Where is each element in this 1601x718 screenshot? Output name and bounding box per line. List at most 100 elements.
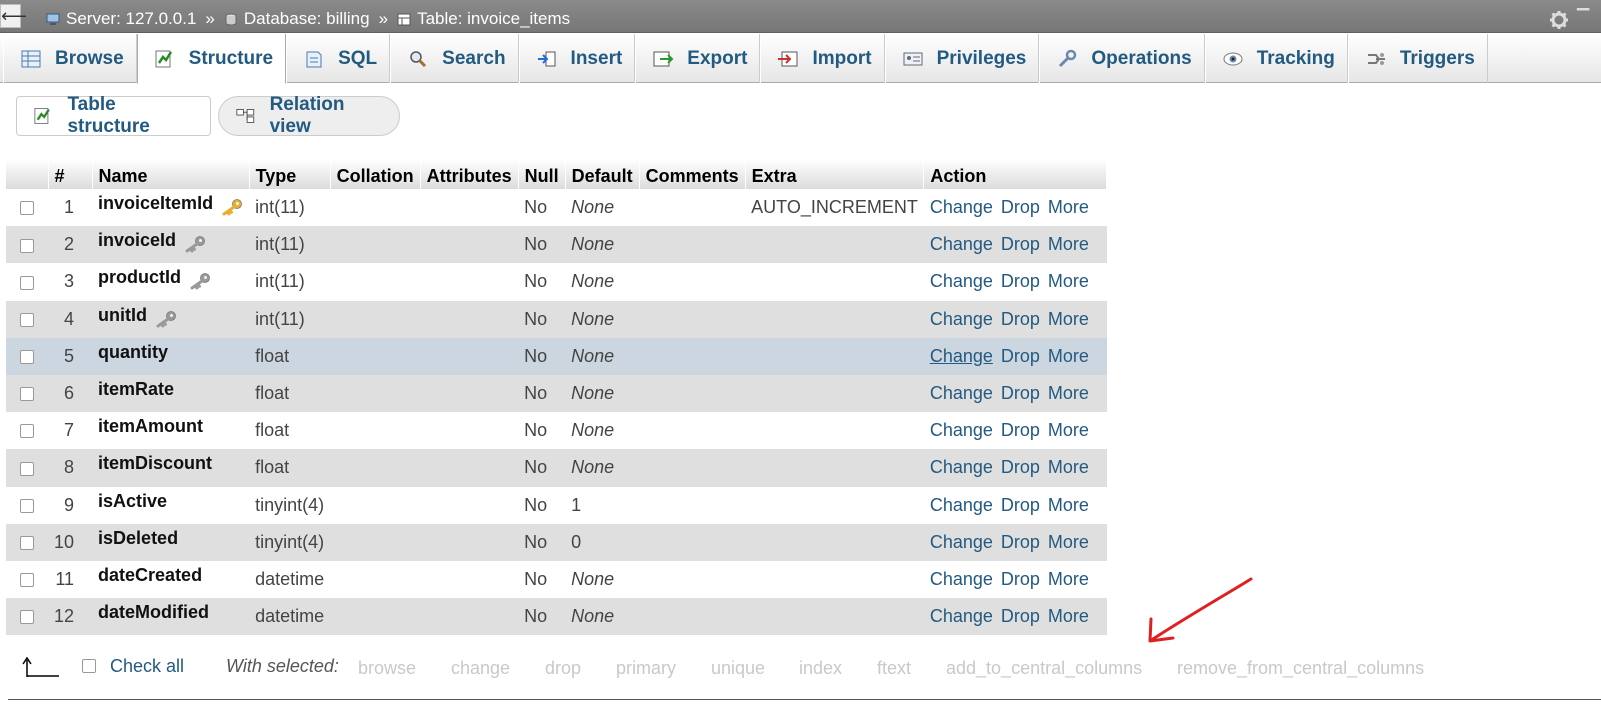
change-link[interactable]: Change: [930, 197, 993, 217]
more-link[interactable]: More: [1048, 569, 1089, 589]
column-header-null[interactable]: Null: [518, 159, 566, 189]
column-header-extra[interactable]: Extra: [745, 159, 925, 189]
more-link[interactable]: More: [1048, 346, 1089, 366]
breadcrumb-table[interactable]: Table: invoice_items: [417, 9, 570, 29]
more-link[interactable]: More: [1048, 420, 1089, 440]
row-checkbox[interactable]: [20, 498, 34, 513]
table-row[interactable]: 12 dateModified datetime No None Change Drop Mo…: [6, 598, 1107, 636]
drop-link[interactable]: Drop: [1001, 383, 1040, 403]
column-header-comments[interactable]: Comments: [639, 159, 746, 189]
subtab-relation-view[interactable]: Relation view: [218, 94, 400, 137]
drop-link[interactable]: Drop: [1001, 271, 1040, 291]
row-checkbox[interactable]: [20, 275, 34, 290]
bulk-add-central-columns-button[interactable]: add_to_central_columns: [946, 658, 1142, 679]
tab-search[interactable]: Search: [390, 34, 519, 83]
change-link[interactable]: Change: [930, 309, 993, 329]
table-row[interactable]: 8 itemDiscount float No None Change Drop More: [6, 449, 1107, 487]
tab-tracking[interactable]: Tracking: [1204, 34, 1348, 83]
tab-export[interactable]: Export: [635, 34, 761, 83]
bulk-browse-button[interactable]: browse: [358, 658, 416, 679]
more-link[interactable]: More: [1048, 383, 1089, 403]
bulk-drop-button[interactable]: drop: [545, 658, 581, 679]
row-checkbox[interactable]: [20, 536, 34, 551]
more-link[interactable]: More: [1048, 309, 1089, 329]
gear-icon[interactable]: [1549, 10, 1569, 30]
bulk-unique-button[interactable]: unique: [711, 658, 765, 679]
drop-link[interactable]: Drop: [1001, 569, 1040, 589]
table-header-row: # Name Type Collation Attributes Null De…: [6, 159, 1108, 189]
bulk-remove-central-columns-button[interactable]: remove_from_central_columns: [1177, 658, 1424, 679]
change-link[interactable]: Change: [930, 420, 993, 440]
collapse-icon[interactable]: ▔: [1577, 10, 1593, 28]
table-row[interactable]: 1 invoiceItemId int(11) No None AUTO_INCREMEN…: [6, 189, 1107, 227]
tab-insert[interactable]: Insert: [518, 34, 636, 83]
table-row[interactable]: 9 isActive tinyint(4) No 1 Change Drop More: [6, 486, 1107, 524]
row-checkbox[interactable]: [20, 201, 34, 216]
column-header-number[interactable]: #: [48, 159, 93, 189]
change-link[interactable]: Change: [930, 532, 993, 552]
row-checkbox[interactable]: [20, 387, 34, 402]
table-row[interactable]: 6 itemRate float No None Change Drop More: [6, 374, 1107, 413]
change-link[interactable]: Change: [930, 457, 993, 477]
column-header-default[interactable]: Default: [565, 159, 640, 189]
table-row[interactable]: 10 isDeleted tinyint(4) No 0 Change Drop More: [6, 523, 1107, 561]
tab-privileges[interactable]: Privileges: [884, 34, 1040, 83]
back-arrow-icon[interactable]: ⟵: [0, 4, 27, 28]
drop-link[interactable]: Drop: [1001, 495, 1040, 515]
more-link[interactable]: More: [1048, 457, 1089, 477]
bulk-fulltext-button[interactable]: ftext: [877, 658, 911, 679]
table-row[interactable]: 11 dateCreated datetime No None Change Drop Mor…: [6, 560, 1107, 599]
change-link[interactable]: Change: [930, 346, 993, 366]
drop-link[interactable]: Drop: [1001, 234, 1040, 254]
column-header-collation[interactable]: Collation: [330, 159, 421, 189]
column-header-type[interactable]: Type: [249, 159, 331, 189]
tab-import[interactable]: Import: [760, 34, 885, 83]
tab-browse[interactable]: Browse: [3, 34, 137, 83]
check-all-label[interactable]: Check all: [110, 656, 184, 677]
tab-operations[interactable]: Operations: [1039, 34, 1205, 83]
row-checkbox[interactable]: [20, 424, 34, 439]
table-row[interactable]: 5 quantity float No None Change Drop More: [6, 337, 1107, 375]
column-header-name[interactable]: Name: [92, 159, 250, 189]
change-link[interactable]: Change: [930, 383, 993, 403]
change-link[interactable]: Change: [930, 569, 993, 589]
check-all-checkbox[interactable]: [82, 659, 96, 673]
column-header-attributes[interactable]: Attributes: [420, 159, 519, 189]
tab-structure[interactable]: Structure: [136, 34, 287, 84]
row-checkbox[interactable]: [20, 312, 34, 327]
bulk-index-button[interactable]: index: [799, 658, 842, 679]
more-link[interactable]: More: [1048, 532, 1089, 552]
drop-link[interactable]: Drop: [1001, 532, 1040, 552]
table-row[interactable]: 3 productId int(11) No None Change Drop More: [6, 263, 1107, 301]
row-checkbox[interactable]: [20, 238, 34, 253]
bulk-primary-button[interactable]: primary: [616, 658, 676, 679]
drop-link[interactable]: Drop: [1001, 606, 1040, 626]
drop-link[interactable]: Drop: [1001, 420, 1040, 440]
change-link[interactable]: Change: [930, 495, 993, 515]
more-link[interactable]: More: [1048, 606, 1089, 626]
row-checkbox[interactable]: [20, 573, 34, 588]
drop-link[interactable]: Drop: [1001, 309, 1040, 329]
row-checkbox[interactable]: [20, 350, 34, 365]
table-row[interactable]: 7 itemAmount float No None Change Drop More: [6, 412, 1107, 450]
breadcrumb-database[interactable]: Database: billing: [244, 9, 370, 29]
drop-link[interactable]: Drop: [1001, 197, 1040, 217]
row-checkbox[interactable]: [20, 461, 34, 476]
more-link[interactable]: More: [1048, 234, 1089, 254]
tab-sql[interactable]: SQL: [286, 34, 391, 83]
change-link[interactable]: Change: [930, 606, 993, 626]
row-checkbox[interactable]: [20, 610, 34, 625]
bulk-change-button[interactable]: change: [451, 658, 510, 679]
breadcrumb-server[interactable]: Server: 127.0.0.1: [66, 9, 196, 29]
more-link[interactable]: More: [1048, 271, 1089, 291]
more-link[interactable]: More: [1048, 495, 1089, 515]
change-link[interactable]: Change: [930, 271, 993, 291]
table-row[interactable]: 4 unitId int(11) No None Change Drop More: [6, 300, 1107, 338]
more-link[interactable]: More: [1048, 197, 1089, 217]
drop-link[interactable]: Drop: [1001, 457, 1040, 477]
drop-link[interactable]: Drop: [1001, 346, 1040, 366]
subtab-table-structure[interactable]: Table structure: [16, 94, 211, 137]
tab-triggers[interactable]: Triggers: [1347, 34, 1488, 83]
change-link[interactable]: Change: [930, 234, 993, 254]
table-row[interactable]: 2 invoiceId int(11) No None Change Drop More: [6, 226, 1107, 264]
